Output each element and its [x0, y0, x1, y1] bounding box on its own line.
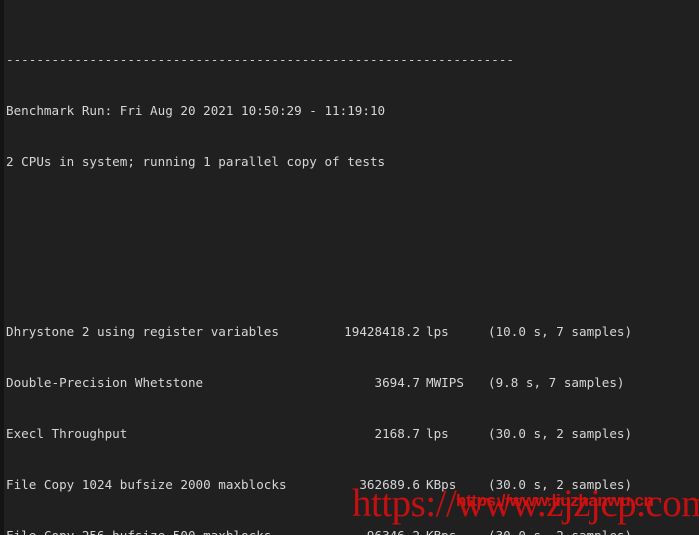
result-samples: (9.8 s, 7 samples) — [488, 375, 625, 390]
result-value: 3694.7 — [374, 375, 421, 390]
table-row: Double-Precision Whetstone 3694.7 MWIPS (9.… — [6, 374, 696, 391]
result-name: File Copy 256 bufsize 500 maxblocks — [6, 527, 316, 535]
result-samples: (30.0 s, 2 samples) — [488, 527, 632, 535]
terminal-window: ----------------------------------------… — [0, 0, 699, 535]
result-name: Execl Throughput — [6, 426, 128, 441]
result-unit: lps — [426, 426, 449, 441]
top-rule: ----------------------------------------… — [6, 52, 514, 67]
result-unit: KBps — [420, 527, 488, 535]
benchmark-run-line: Benchmark Run: Fri Aug 20 2021 10:50:29 … — [6, 103, 386, 118]
result-value: 2168.7 — [374, 426, 421, 441]
table-row: File Copy 1024 bufsize 2000 maxblocks 362… — [6, 476, 696, 493]
result-unit: lps — [426, 324, 449, 339]
result-unit: KBps — [426, 477, 457, 492]
result-name: Double-Precision Whetstone — [6, 375, 204, 390]
table-row: Dhrystone 2 using register variables 1942… — [6, 323, 696, 340]
result-unit: MWIPS — [426, 375, 464, 390]
result-value: 362689.6 — [359, 477, 420, 492]
table-row: Execl Throughput 2168.7 lps (30.0 s, 2 samp… — [6, 425, 696, 442]
result-name: Dhrystone 2 using register variables — [6, 324, 279, 339]
table-row: File Copy 256 bufsize 500 maxblocks96346… — [6, 527, 696, 535]
terminal-left-gutter — [0, 0, 4, 535]
benchmark-results-table: Dhrystone 2 using register variables 1942… — [6, 289, 696, 535]
result-samples: (30.0 s, 2 samples) — [488, 477, 633, 492]
result-name: File Copy 1024 bufsize 2000 maxblocks — [6, 477, 287, 492]
result-samples: (30.0 s, 2 samples) — [488, 426, 633, 441]
terminal-output: ----------------------------------------… — [6, 0, 696, 535]
result-value: 19428418.2 — [344, 324, 420, 339]
cpu-info-line: 2 CPUs in system; running 1 parallel cop… — [6, 154, 386, 169]
result-samples: (10.0 s, 7 samples) — [488, 324, 633, 339]
result-value: 96346.2 — [316, 527, 420, 535]
